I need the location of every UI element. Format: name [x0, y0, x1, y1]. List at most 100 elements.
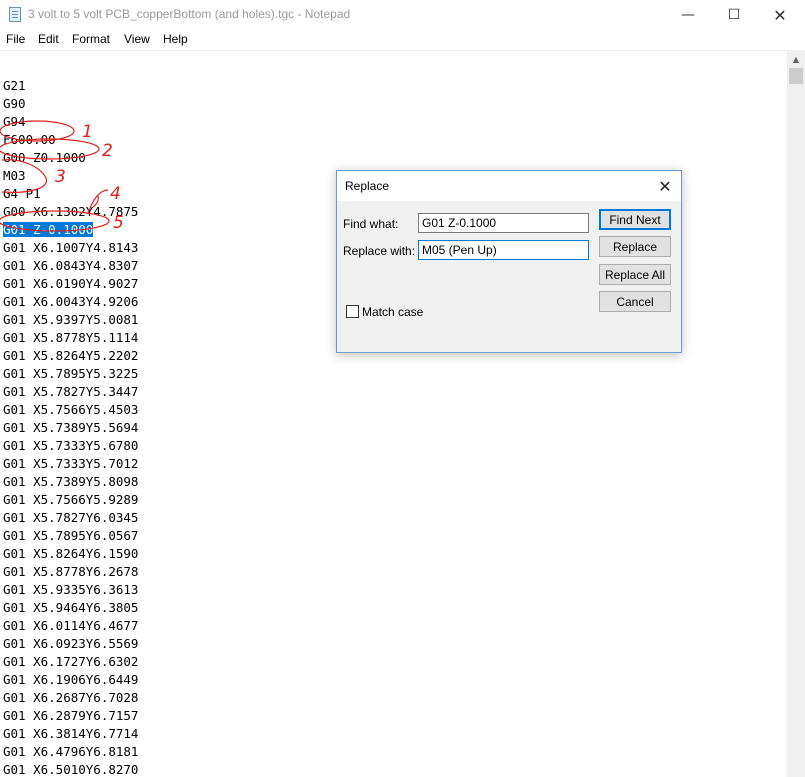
text-line: G00 Z0.1000 [3, 149, 86, 167]
text-line-content: F600.00 [3, 132, 56, 147]
maximize-button[interactable]: ☐ [711, 0, 757, 30]
text-editor-area[interactable]: G21 G90 G94 F600.00 G00 Z0.1000 M03 G4 P1 G00 X… [0, 51, 787, 777]
text-line-content: G01 X5.7566Y5.9289 [3, 492, 139, 507]
text-line-content: G01 X5.7389Y5.8098 [3, 474, 139, 489]
find-next-button[interactable]: Find Next [599, 209, 671, 230]
text-line: G01 X5.9397Y5.0081 [3, 311, 138, 329]
text-line: G01 X5.7389Y5.5694 [3, 419, 138, 437]
text-line-content: G01 X6.2879Y6.7157 [3, 708, 139, 723]
text-line: G21 [3, 77, 26, 95]
text-line-content: G01 X5.7895Y5.3225 [3, 366, 139, 381]
text-line-content: G90 [3, 96, 26, 111]
text-line-content: G01 X5.7827Y5.3447 [3, 384, 139, 399]
text-line: G01 X5.7895Y5.3225 [3, 365, 138, 383]
text-line-content: G01 X5.7827Y6.0345 [3, 510, 139, 525]
text-line: G01 X6.2687Y6.7028 [3, 689, 138, 707]
text-line: G01 X5.7566Y5.9289 [3, 491, 138, 509]
text-line: G01 X5.7333Y5.7012 [3, 455, 138, 473]
match-case-label: Match case [362, 305, 424, 319]
replace-all-button[interactable]: Replace All [599, 264, 671, 285]
close-button[interactable]: ✕ [757, 0, 803, 30]
menu-edit[interactable]: Edit [38, 32, 59, 46]
text-line-content: G01 X6.0114Y6.4677 [3, 618, 139, 633]
menu-format[interactable]: Format [72, 32, 110, 46]
text-line-content: G01 X6.0923Y6.5569 [3, 636, 139, 651]
vertical-scrollbar[interactable]: ▲ [787, 51, 805, 777]
text-line-content: G01 X5.7333Y5.7012 [3, 456, 139, 471]
text-line: G01 X5.8778Y5.1114 [3, 329, 138, 347]
minimize-button[interactable]: — [665, 0, 711, 30]
text-line-content: G00 X6.1302Y4.7875 [3, 204, 139, 219]
dialog-close-icon[interactable]: ✕ [655, 176, 675, 196]
text-line-content: G01 X5.9464Y6.3805 [3, 600, 139, 615]
text-line-content: G01 X6.5010Y6.8270 [3, 762, 139, 777]
text-line: G01 X5.7895Y6.0567 [3, 527, 138, 545]
text-line-content: G01 X6.2687Y6.7028 [3, 690, 139, 705]
text-line: M03 [3, 167, 26, 185]
text-line: G01 X5.8778Y6.2678 [3, 563, 138, 581]
window-title: 3 volt to 5 volt PCB_copperBottom (and h… [28, 7, 351, 21]
text-line-content: G01 X6.0843Y4.8307 [3, 258, 139, 273]
text-line: G01 X6.0843Y4.8307 [3, 257, 138, 275]
text-line: G01 X6.1727Y6.6302 [3, 653, 138, 671]
menu-file[interactable]: File [6, 32, 25, 46]
notepad-icon [9, 7, 21, 22]
menu-bar: File Edit Format View Help [0, 30, 805, 51]
text-line-content: G01 X6.4796Y6.8181 [3, 744, 139, 759]
text-line-content: G01 X6.1007Y4.8143 [3, 240, 139, 255]
text-line-content: G01 X5.7333Y5.6780 [3, 438, 139, 453]
text-line: G01 X6.2879Y6.7157 [3, 707, 138, 725]
text-line: F600.00 [3, 131, 56, 149]
text-line-content: G01 X5.7566Y5.4503 [3, 402, 139, 417]
text-line: G01 X6.0923Y6.5569 [3, 635, 138, 653]
text-line-content: M03 [3, 168, 26, 183]
text-line: G01 X6.1906Y6.6449 [3, 671, 138, 689]
text-line-content: G21 [3, 78, 26, 93]
menu-view[interactable]: View [124, 32, 150, 46]
menu-help[interactable]: Help [163, 32, 188, 46]
text-line-content: G01 X5.9397Y5.0081 [3, 312, 139, 327]
replace-button[interactable]: Replace [599, 236, 671, 257]
replace-with-label: Replace with: [343, 244, 416, 258]
text-line: G01 X5.7389Y5.8098 [3, 473, 138, 491]
text-line: G01 X5.7827Y5.3447 [3, 383, 138, 401]
text-line-content: G01 X6.1727Y6.6302 [3, 654, 139, 669]
text-line-content: G01 X6.0190Y4.9027 [3, 276, 139, 291]
dialog-title-bar: Replace ✕ [337, 171, 681, 201]
text-line: G01 X6.0043Y4.9206 [3, 293, 138, 311]
text-line: G00 X6.1302Y4.7875 [3, 203, 138, 221]
text-line-content: G01 Z-0.1000 [3, 222, 94, 237]
text-line: G90 [3, 95, 26, 113]
scrollbar-thumb[interactable] [789, 68, 803, 84]
match-case-checkbox[interactable] [346, 305, 359, 318]
find-what-label: Find what: [343, 217, 399, 231]
text-line-content: G01 X5.7389Y5.5694 [3, 420, 139, 435]
text-line: G01 X6.0190Y4.9027 [3, 275, 138, 293]
text-line: G01 X5.7333Y5.6780 [3, 437, 138, 455]
replace-dialog: Replace ✕ Find what: G01 Z-0.1000 Replac… [336, 170, 682, 353]
selected-text-line: G01 Z-0.1000 [3, 221, 94, 239]
text-line: G4 P1 [3, 185, 41, 203]
text-line: G01 X5.8264Y5.2202 [3, 347, 138, 365]
text-line-content: G4 P1 [3, 186, 41, 201]
text-line-content: G01 X5.8264Y5.2202 [3, 348, 139, 363]
scroll-up-arrow-icon[interactable]: ▲ [787, 51, 805, 68]
text-line: G01 X6.4796Y6.8181 [3, 743, 138, 761]
text-line: G01 X6.3814Y6.7714 [3, 725, 138, 743]
text-line: G01 X6.1007Y4.8143 [3, 239, 138, 257]
text-line-content: G01 X5.8264Y6.1590 [3, 546, 139, 561]
find-what-input[interactable]: G01 Z-0.1000 [418, 213, 589, 233]
text-line: G01 X5.7566Y5.4503 [3, 401, 138, 419]
title-bar: 3 volt to 5 volt PCB_copperBottom (and h… [0, 0, 805, 30]
text-line-content: G94 [3, 114, 26, 129]
replace-with-input[interactable]: M05 (Pen Up) [418, 240, 589, 260]
cancel-button[interactable]: Cancel [599, 291, 671, 312]
text-line-content: G01 X6.0043Y4.9206 [3, 294, 139, 309]
text-line: G01 X5.9464Y6.3805 [3, 599, 138, 617]
dialog-title: Replace [345, 179, 390, 193]
text-line-content: G01 X5.8778Y6.2678 [3, 564, 139, 579]
text-line: G01 X6.5010Y6.8270 [3, 761, 138, 777]
text-line-content: G01 X5.8778Y5.1114 [3, 330, 139, 345]
text-line: G01 X5.7827Y6.0345 [3, 509, 138, 527]
text-line-content: G01 X6.3814Y6.7714 [3, 726, 139, 741]
